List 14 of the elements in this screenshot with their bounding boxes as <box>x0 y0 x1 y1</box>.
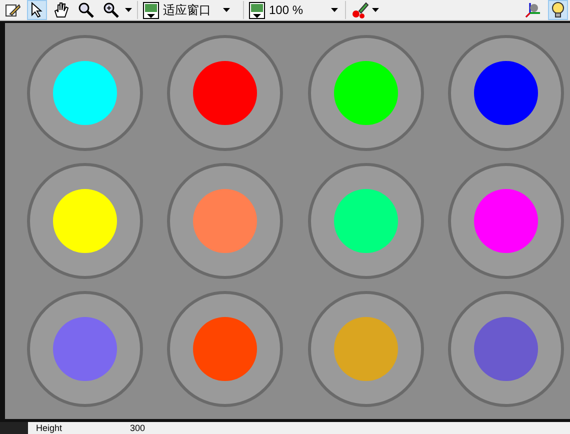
color-picker-icon[interactable] <box>351 1 370 19</box>
caret-icon[interactable] <box>372 8 380 12</box>
dropdown[interactable]: 适应窗口 <box>143 0 211 20</box>
fit-window-icon <box>143 2 159 18</box>
lightbulb-icon[interactable] <box>548 0 568 20</box>
status-panel <box>0 422 28 434</box>
status-value: 300 <box>130 424 146 432</box>
caret-icon[interactable] <box>222 8 230 12</box>
caret-icon[interactable] <box>331 8 338 12</box>
status-label: Height <box>36 424 64 432</box>
zoom-level-icon <box>249 2 265 18</box>
dropdown[interactable]: 100 % <box>249 0 304 20</box>
pointer-icon[interactable] <box>27 0 47 20</box>
caret-icon[interactable] <box>125 8 132 12</box>
